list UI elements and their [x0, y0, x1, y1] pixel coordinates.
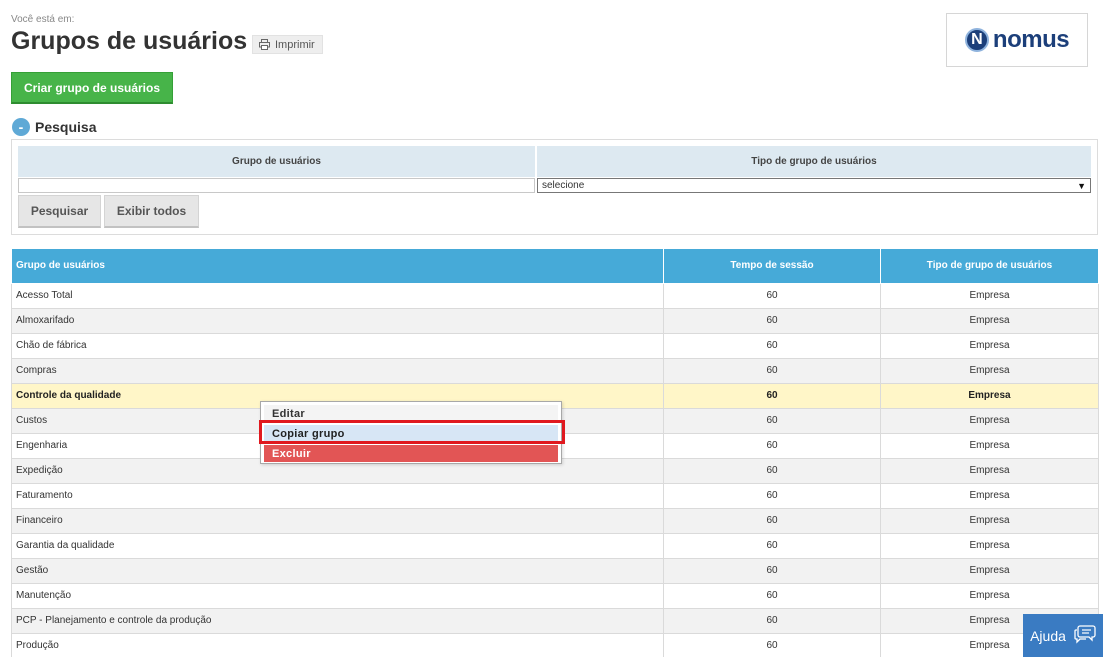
- session-time-cell: 60: [663, 607, 881, 634]
- group-name-cell: Gestão: [11, 557, 664, 584]
- session-time-cell: 60: [663, 632, 881, 657]
- group-type-cell: Empresa: [880, 532, 1099, 559]
- print-label: Imprimir: [275, 38, 315, 51]
- table-row[interactable]: Produção 60 Empresa: [11, 632, 1099, 657]
- search-section-title: Pesquisa: [35, 119, 97, 135]
- group-type-cell: Empresa: [880, 457, 1099, 484]
- help-button[interactable]: Ajuda: [1023, 614, 1103, 657]
- menu-item-copy-group[interactable]: Copiar grupo: [264, 425, 558, 442]
- page-title: Grupos de usuários: [11, 27, 248, 55]
- search-panel: Grupo de usuários Tipo de grupo de usuár…: [11, 139, 1098, 235]
- session-time-cell: 60: [663, 507, 881, 534]
- session-time-cell: 60: [663, 432, 881, 459]
- table-row[interactable]: Manutenção 60 Empresa: [11, 582, 1099, 609]
- session-time-cell: 60: [663, 582, 881, 609]
- session-time-cell: 60: [663, 307, 881, 334]
- column-header-session-time[interactable]: Tempo de sessão: [663, 249, 881, 284]
- group-type-cell: Empresa: [880, 507, 1099, 534]
- menu-item-edit[interactable]: Editar: [264, 405, 558, 422]
- user-group-input[interactable]: [18, 178, 535, 193]
- group-type-cell: Empresa: [880, 382, 1099, 409]
- column-header-group[interactable]: Grupo de usuários: [11, 249, 664, 284]
- filter-label-user-group: Grupo de usuários: [18, 146, 535, 177]
- session-time-cell: 60: [663, 282, 881, 309]
- table-row[interactable]: Gestão 60 Empresa: [11, 557, 1099, 584]
- table-row[interactable]: Faturamento 60 Empresa: [11, 482, 1099, 509]
- group-name-cell: Faturamento: [11, 482, 664, 509]
- table-row[interactable]: PCP - Planejamento e controle da produçã…: [11, 607, 1099, 634]
- row-context-menu: Editar Copiar grupo Excluir: [260, 401, 562, 464]
- session-time-cell: 60: [663, 357, 881, 384]
- group-name-cell: Acesso Total: [11, 282, 664, 309]
- session-time-cell: 60: [663, 407, 881, 434]
- dropdown-arrow-icon: ▼: [1077, 180, 1086, 191]
- logo-text: nomus: [992, 26, 1070, 53]
- group-name-cell: Garantia da qualidade: [11, 532, 664, 559]
- group-name-cell: Manutenção: [11, 582, 664, 609]
- group-name-cell: Compras: [11, 357, 664, 384]
- group-name-cell: Produção: [11, 632, 664, 657]
- show-all-button[interactable]: Exibir todos: [104, 195, 199, 228]
- table-row[interactable]: Almoxarifado 60 Empresa: [11, 307, 1099, 334]
- group-type-selected-value: selecione: [542, 180, 585, 191]
- group-type-cell: Empresa: [880, 357, 1099, 384]
- session-time-cell: 60: [663, 482, 881, 509]
- group-type-cell: Empresa: [880, 407, 1099, 434]
- table-row[interactable]: Chão de fábrica 60 Empresa: [11, 332, 1099, 359]
- filter-label-group-type: Tipo de grupo de usuários: [537, 146, 1091, 177]
- help-label: Ajuda: [1030, 627, 1066, 644]
- group-type-cell: Empresa: [880, 582, 1099, 609]
- table-row[interactable]: Garantia da qualidade 60 Empresa: [11, 532, 1099, 559]
- group-name-cell: Almoxarifado: [11, 307, 664, 334]
- session-time-cell: 60: [663, 557, 881, 584]
- group-type-cell: Empresa: [880, 482, 1099, 509]
- menu-item-delete[interactable]: Excluir: [264, 445, 558, 462]
- nomus-logo: N nomus: [946, 13, 1088, 67]
- search-button[interactable]: Pesquisar: [18, 195, 101, 228]
- table-row[interactable]: Acesso Total 60 Empresa: [11, 282, 1099, 309]
- session-time-cell: 60: [663, 382, 881, 409]
- table-row[interactable]: Compras 60 Empresa: [11, 357, 1099, 384]
- chat-icon: [1074, 624, 1096, 647]
- create-user-group-button[interactable]: Criar grupo de usuários: [11, 72, 173, 104]
- printer-icon: [259, 39, 270, 50]
- group-type-select[interactable]: selecione ▼: [537, 178, 1091, 193]
- group-name-cell: Chão de fábrica: [11, 332, 664, 359]
- session-time-cell: 60: [663, 332, 881, 359]
- group-name-cell: PCP - Planejamento e controle da produçã…: [11, 607, 664, 634]
- breadcrumb: Você está em:: [11, 14, 75, 25]
- group-type-cell: Empresa: [880, 432, 1099, 459]
- session-time-cell: 60: [663, 532, 881, 559]
- table-row[interactable]: Financeiro 60 Empresa: [11, 507, 1099, 534]
- group-type-cell: Empresa: [880, 282, 1099, 309]
- group-type-cell: Empresa: [880, 332, 1099, 359]
- collapse-search-icon[interactable]: -: [12, 118, 30, 136]
- group-type-cell: Empresa: [880, 307, 1099, 334]
- group-name-cell: Financeiro: [11, 507, 664, 534]
- print-button[interactable]: Imprimir: [252, 35, 323, 54]
- session-time-cell: 60: [663, 457, 881, 484]
- column-header-group-type[interactable]: Tipo de grupo de usuários: [880, 249, 1099, 284]
- table-header-row: Grupo de usuários Tempo de sessão Tipo d…: [11, 249, 1099, 284]
- logo-mark-icon: N: [964, 28, 989, 52]
- group-type-cell: Empresa: [880, 557, 1099, 584]
